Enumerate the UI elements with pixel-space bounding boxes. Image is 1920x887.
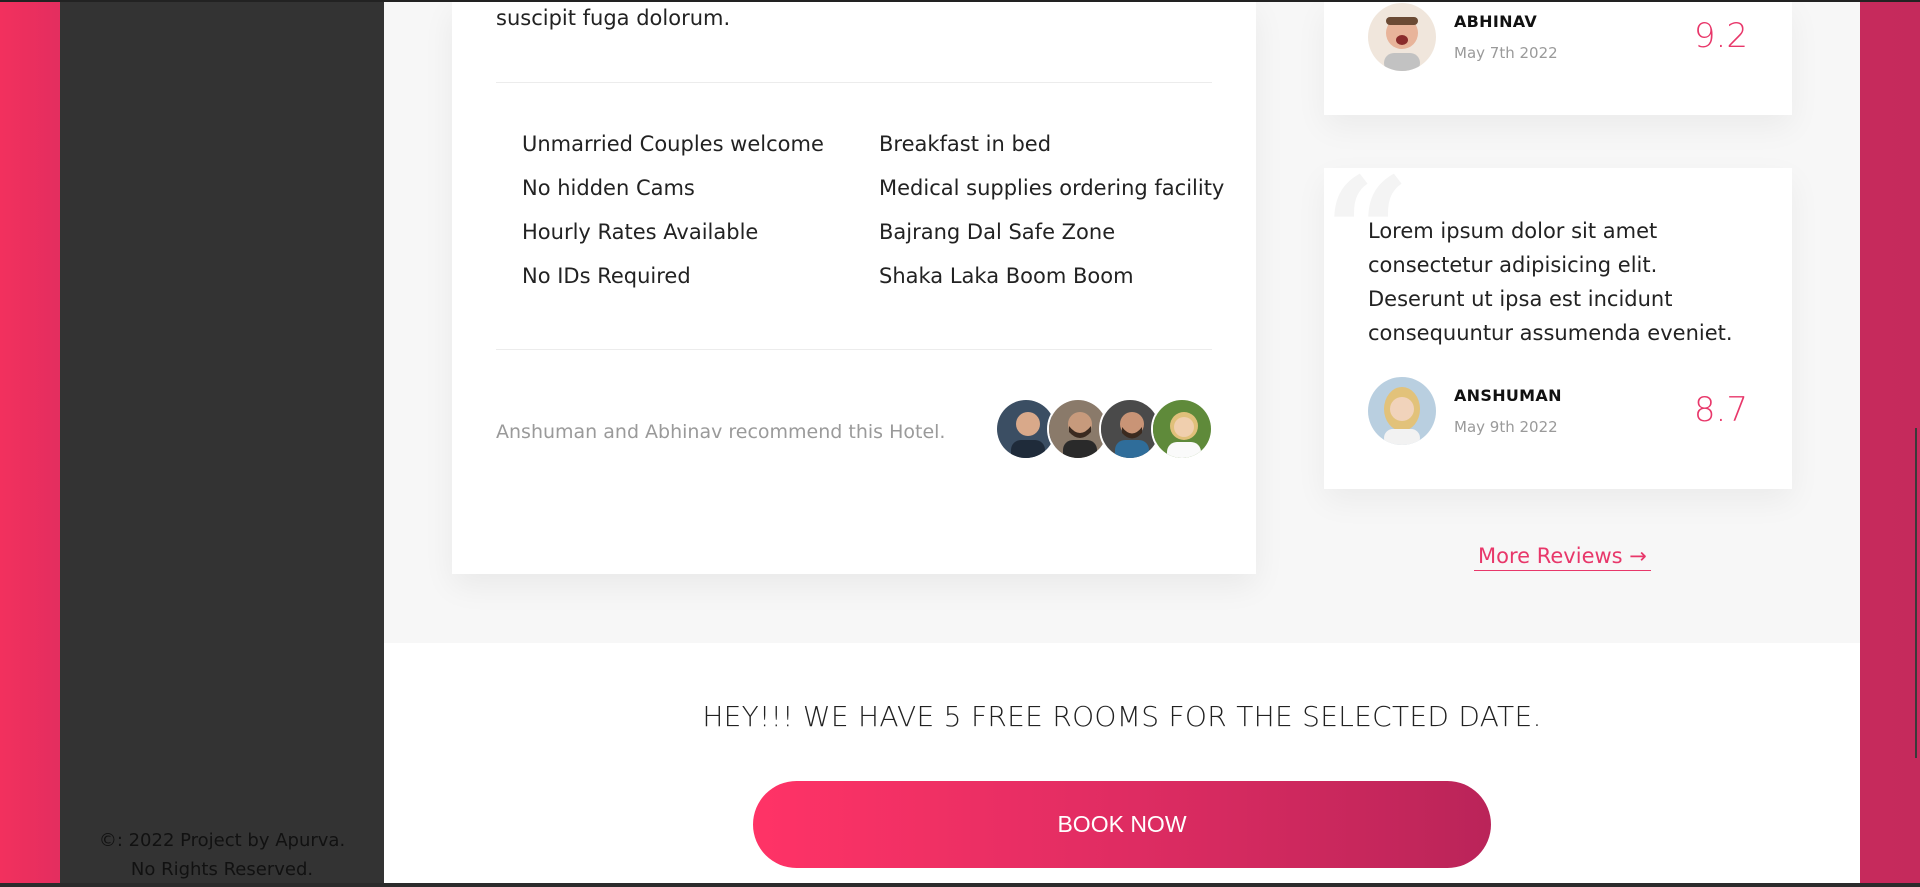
avatar <box>1368 377 1436 445</box>
avatar[interactable] <box>1151 398 1213 460</box>
reviewer-name: ABHINAV <box>1454 12 1538 31</box>
window-top-edge <box>0 0 1920 2</box>
reviewer-name: ANSHUMAN <box>1454 386 1562 405</box>
sidebar: ©: 2022 Project by Apurva. No Rights Res… <box>60 0 384 883</box>
hotel-description-tail: suscipit fuga dolorum. <box>496 6 731 30</box>
amenity-item: Unmarried Couples welcome <box>522 132 824 156</box>
review-score: 8.7 <box>1693 390 1748 430</box>
avatar <box>1368 3 1436 71</box>
hotel-details-card: suscipit fuga dolorum. Unmarried Couples… <box>452 0 1256 574</box>
review-date: May 7th 2022 <box>1454 44 1558 62</box>
amenity-item: No IDs Required <box>522 264 691 288</box>
amenity-item: Breakfast in bed <box>879 132 1052 156</box>
amenity-item: No hidden Cams <box>522 176 695 200</box>
review-score: 9.2 <box>1693 16 1748 56</box>
book-now-button[interactable]: BOOK NOW <box>753 781 1491 868</box>
availability-message: HEY!!! WE HAVE 5 FREE ROOMS FOR THE SELE… <box>702 700 1542 733</box>
review-card: “ Lorem ipsum dolor sit amet consectetur… <box>1324 158 1792 489</box>
amenity-item: Medical supplies ordering facility <box>879 176 1225 200</box>
window-bottom-edge <box>0 883 1920 887</box>
divider <box>496 82 1212 83</box>
amenity-item: Bajrang Dal Safe Zone <box>879 220 1116 244</box>
review-card: ABHINAV May 7th 2022 9.2 <box>1324 0 1792 115</box>
more-reviews-link[interactable]: More Reviews → <box>1474 544 1651 571</box>
scrollbar-thumb[interactable] <box>1915 428 1917 758</box>
divider <box>496 349 1212 350</box>
recommend-text: Anshuman and Abhinav recommend this Hote… <box>496 421 946 443</box>
amenity-item: Shaka Laka Boom Boom <box>879 264 1134 288</box>
copyright-line-2: No Rights Reserved. <box>130 859 314 880</box>
review-body: Lorem ipsum dolor sit amet consectetur a… <box>1368 219 1733 345</box>
copyright-line-1: ©: 2022 Project by Apurva. <box>98 830 346 851</box>
review-date: May 9th 2022 <box>1454 418 1558 436</box>
amenity-item: Hourly Rates Available <box>522 220 759 244</box>
copyright: ©: 2022 Project by Apurva. No Rights Res… <box>60 826 384 884</box>
